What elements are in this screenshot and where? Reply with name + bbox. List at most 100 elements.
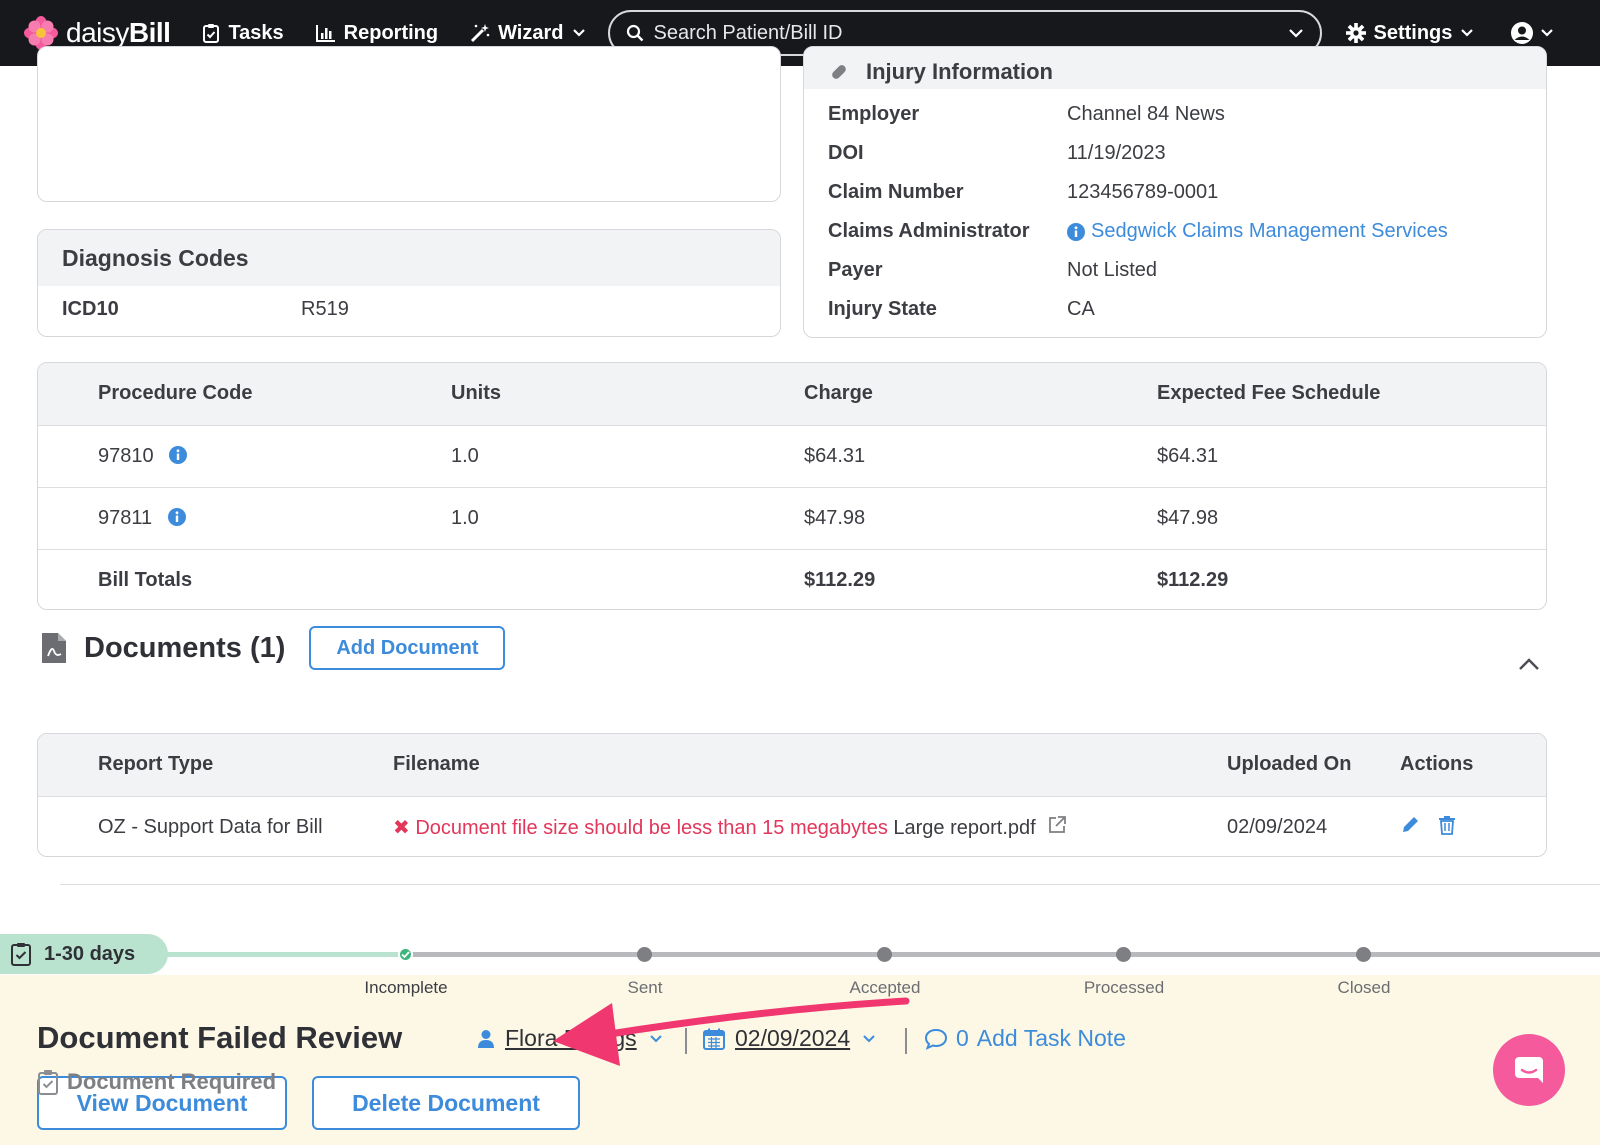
bill-totals-row: Bill Totals $112.29 $112.29 [38, 548, 1546, 609]
clipboard-check-icon [203, 24, 220, 43]
chevron-down-icon [863, 1034, 875, 1042]
add-document-button[interactable]: Add Document [309, 626, 506, 670]
task-title: Document Failed Review [37, 1020, 403, 1055]
procedures-table: Procedure Code Units Charge Expected Fee… [38, 363, 1546, 609]
nav-wizard[interactable]: Wizard [470, 22, 585, 45]
nav-wizard-label: Wizard [498, 21, 564, 44]
brand-logo[interactable]: daisyBill [24, 16, 171, 50]
injury-state-value: CA [1067, 298, 1095, 320]
gear-icon [1345, 23, 1366, 43]
filename-header: Filename [393, 734, 1227, 796]
user-circle-icon [1511, 22, 1534, 44]
filename-cell: ✖ Document file size should be less than… [393, 795, 1227, 856]
table-row: OZ - Support Data for Bill ✖ Document fi… [38, 795, 1546, 856]
next-task: Document Required [37, 1068, 276, 1096]
claims-administrator-link[interactable]: Sedgwick Claims Management Services [1067, 220, 1448, 243]
payer-label: Payer [828, 259, 883, 281]
chat-launcher-button[interactable] [1493, 1034, 1565, 1106]
claim-number-value: 123456789-0001 [1067, 181, 1219, 203]
search-icon [626, 24, 643, 42]
chevron-down-icon [649, 1034, 662, 1042]
units-cell: 1.0 [451, 486, 804, 549]
chevron-up-icon[interactable] [1517, 656, 1541, 672]
check-icon [401, 951, 410, 959]
stage-label-processed: Processed [1083, 978, 1165, 997]
delete-document-button[interactable]: Delete Document [312, 1076, 580, 1130]
expected-fee-cell: $47.98 [1157, 486, 1546, 549]
claim-number-label: Claim Number [828, 181, 964, 203]
note-count: 0 [956, 1025, 969, 1051]
stage-label-accepted: Accepted [849, 978, 921, 997]
clipboard-check-icon [11, 943, 31, 966]
charge-header: Charge [804, 363, 1157, 425]
procedures-card: Procedure Code Units Charge Expected Fee… [37, 362, 1547, 610]
procedures-header-row: Procedure Code Units Charge Expected Fee… [38, 363, 1546, 425]
info-circle-icon[interactable] [169, 445, 188, 464]
charge-cell: $64.31 [804, 424, 1157, 487]
nav-reporting-label: Reporting [343, 21, 439, 44]
task-assignee[interactable]: Flora Billings [477, 1025, 663, 1052]
stage-label-closed: Closed [1337, 978, 1391, 997]
nav-reporting[interactable]: Reporting [315, 21, 439, 45]
pencil-icon[interactable] [1400, 815, 1420, 835]
claims-administrator-label: Claims Administrator [828, 220, 1030, 242]
nav-tasks[interactable]: Tasks [202, 21, 284, 45]
chevron-down-icon [572, 29, 585, 37]
progress-track-complete [160, 952, 406, 957]
table-row: 97811 1.0 $47.98 $47.98 [38, 486, 1546, 549]
units-cell: 1.0 [451, 424, 804, 487]
procedure-code-cell: 97810 [38, 424, 451, 487]
expected-fee-header: Expected Fee Schedule [1157, 363, 1546, 425]
stage-dot-processed [1116, 947, 1131, 962]
injury-info-card: Injury Information Employer Channel 84 N… [803, 46, 1547, 338]
external-link-icon[interactable] [1047, 815, 1067, 835]
info-circle-icon[interactable] [167, 507, 186, 526]
chevron-down-icon[interactable] [1288, 28, 1304, 38]
procedure-code-cell: 97811 [38, 486, 451, 549]
nav-settings-label: Settings [1373, 21, 1453, 44]
diagnosis-code: R519 [301, 298, 349, 320]
user-icon [478, 1029, 494, 1048]
nav-settings[interactable]: Settings [1345, 21, 1475, 45]
chat-icon [1515, 1057, 1543, 1083]
bar-chart-icon [315, 25, 335, 42]
bandage-icon [832, 65, 846, 79]
documents-title: Documents (1) [84, 631, 286, 664]
document-filename[interactable]: Large report.pdf [893, 817, 1035, 839]
patient-info-card [37, 46, 781, 202]
task-panel: 1-30 days Incomplete Sent Accepted Proce… [0, 888, 1600, 1145]
charge-cell: $47.98 [804, 486, 1157, 549]
meta-separator [905, 1028, 907, 1054]
stage-dot-sent [637, 947, 652, 962]
doi-value: 11/19/2023 [1067, 142, 1166, 164]
uploaded-on-header: Uploaded On [1227, 734, 1400, 796]
report-type-cell: OZ - Support Data for Bill [38, 795, 393, 856]
add-task-note[interactable]: 0 Add Task Note [924, 1025, 1126, 1052]
task-divider [60, 884, 1600, 885]
employer-label: Employer [828, 103, 920, 125]
file-size-error: Document file size should be less than 1… [415, 816, 888, 839]
documents-header-row: Report Type Filename Uploaded On Actions [38, 734, 1546, 796]
task-due-date[interactable]: 02/09/2024 [703, 1025, 876, 1052]
diagnosis-codes-header: Diagnosis Codes [38, 230, 780, 286]
stage-dot-closed [1356, 947, 1371, 962]
chevron-down-icon [1461, 29, 1474, 37]
documents-card: Report Type Filename Uploaded On Actions… [37, 733, 1547, 857]
employer-value: Channel 84 News [1067, 103, 1225, 125]
nav-tasks-label: Tasks [228, 21, 284, 44]
report-type-header: Report Type [38, 734, 393, 796]
add-task-note-label[interactable]: Add Task Note [977, 1025, 1126, 1052]
task-age-badge: 1-30 days [0, 934, 168, 974]
brand-name: daisyBill [66, 17, 171, 48]
comment-icon [924, 1028, 948, 1050]
stage-label-incomplete: Incomplete [364, 978, 448, 997]
clipboard-check-icon [38, 1070, 58, 1095]
user-menu[interactable] [1510, 21, 1554, 45]
actions-cell [1400, 795, 1546, 856]
next-task-label: Document Required [67, 1069, 277, 1094]
search-input[interactable]: Search Patient/Bill ID [654, 22, 1288, 45]
actions-header: Actions [1400, 734, 1546, 796]
error-x-icon: ✖ [393, 816, 410, 839]
stage-label-sent: Sent [627, 978, 663, 997]
trash-icon[interactable] [1438, 815, 1456, 836]
